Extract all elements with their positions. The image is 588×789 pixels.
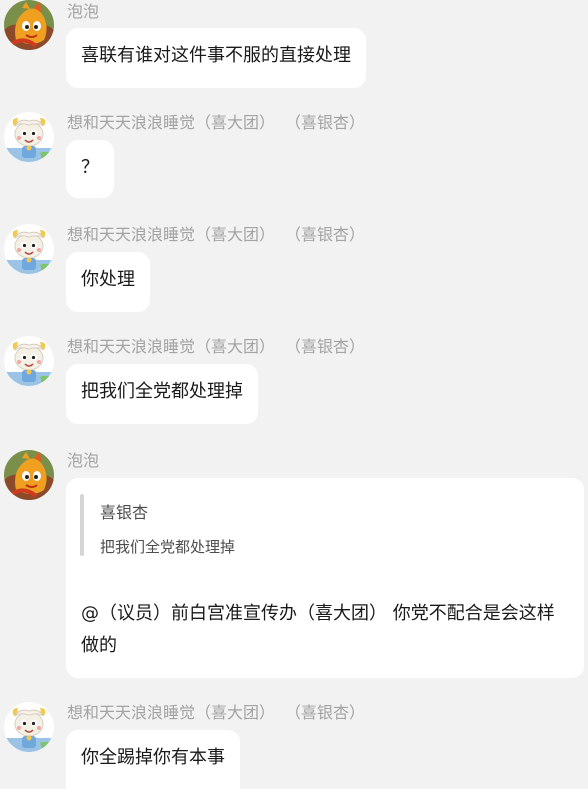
goat-avatar-icon[interactable]: [4, 112, 54, 162]
goat-avatar-icon[interactable]: [4, 336, 54, 386]
reply-text: @（议员）前白宫准宣传办（喜大团） 你党不配合是会这样做的: [81, 603, 555, 656]
paopao-avatar-icon[interactable]: [4, 450, 54, 500]
sender-nickname-line: 想和天天浪浪睡觉（喜大团） （喜银杏）: [67, 703, 365, 723]
sender-title: （喜银杏）: [285, 703, 366, 722]
sender-title: （喜银杏）: [285, 113, 366, 132]
reply-message-bubble[interactable]: 喜银杏 把我们全党都处理掉 @（议员）前白宫准宣传办（喜大团） 你党不配合是会这…: [66, 478, 584, 678]
quoted-author[interactable]: 喜银杏: [100, 503, 148, 523]
goat-avatar-icon[interactable]: [4, 224, 54, 274]
quote-bar: [80, 494, 84, 556]
message-bubble[interactable]: 喜联有谁对这件事不服的直接处理: [66, 28, 366, 88]
sender-name: 泡泡: [67, 451, 100, 470]
sender-nickname-line: 想和天天浪浪睡觉（喜大团） （喜银杏）: [67, 225, 365, 245]
quoted-text[interactable]: 把我们全党都处理掉: [100, 537, 235, 557]
sender-name: 想和天天浪浪睡觉（喜大团）: [67, 225, 276, 244]
message-bubble[interactable]: 你处理: [66, 252, 150, 312]
sender-title: （喜银杏）: [285, 225, 366, 244]
paopao-avatar-icon[interactable]: [4, 0, 54, 50]
message-bubble[interactable]: 把我们全党都处理掉: [66, 364, 258, 424]
sender-title: （喜银杏）: [285, 337, 366, 356]
sender-name: 想和天天浪浪睡觉（喜大团）: [67, 703, 276, 722]
sender-name: 想和天天浪浪睡觉（喜大团）: [67, 113, 276, 132]
sender-nickname-line: 想和天天浪浪睡觉（喜大团） （喜银杏）: [67, 337, 365, 357]
goat-avatar-icon[interactable]: [4, 702, 54, 752]
message-bubble[interactable]: 你全踢掉你有本事: [66, 730, 240, 789]
sender-nickname-line: 想和天天浪浪睡觉（喜大团） （喜银杏）: [67, 113, 365, 133]
chat-message-list: 泡泡 喜联有谁对这件事不服的直接处理 想和天天浪浪睡觉（喜大团） （喜银杏） ？ …: [0, 0, 588, 789]
sender-name: 泡泡: [67, 2, 100, 21]
sender-name: 想和天天浪浪睡觉（喜大团）: [67, 337, 276, 356]
message-bubble[interactable]: ？: [66, 140, 114, 198]
